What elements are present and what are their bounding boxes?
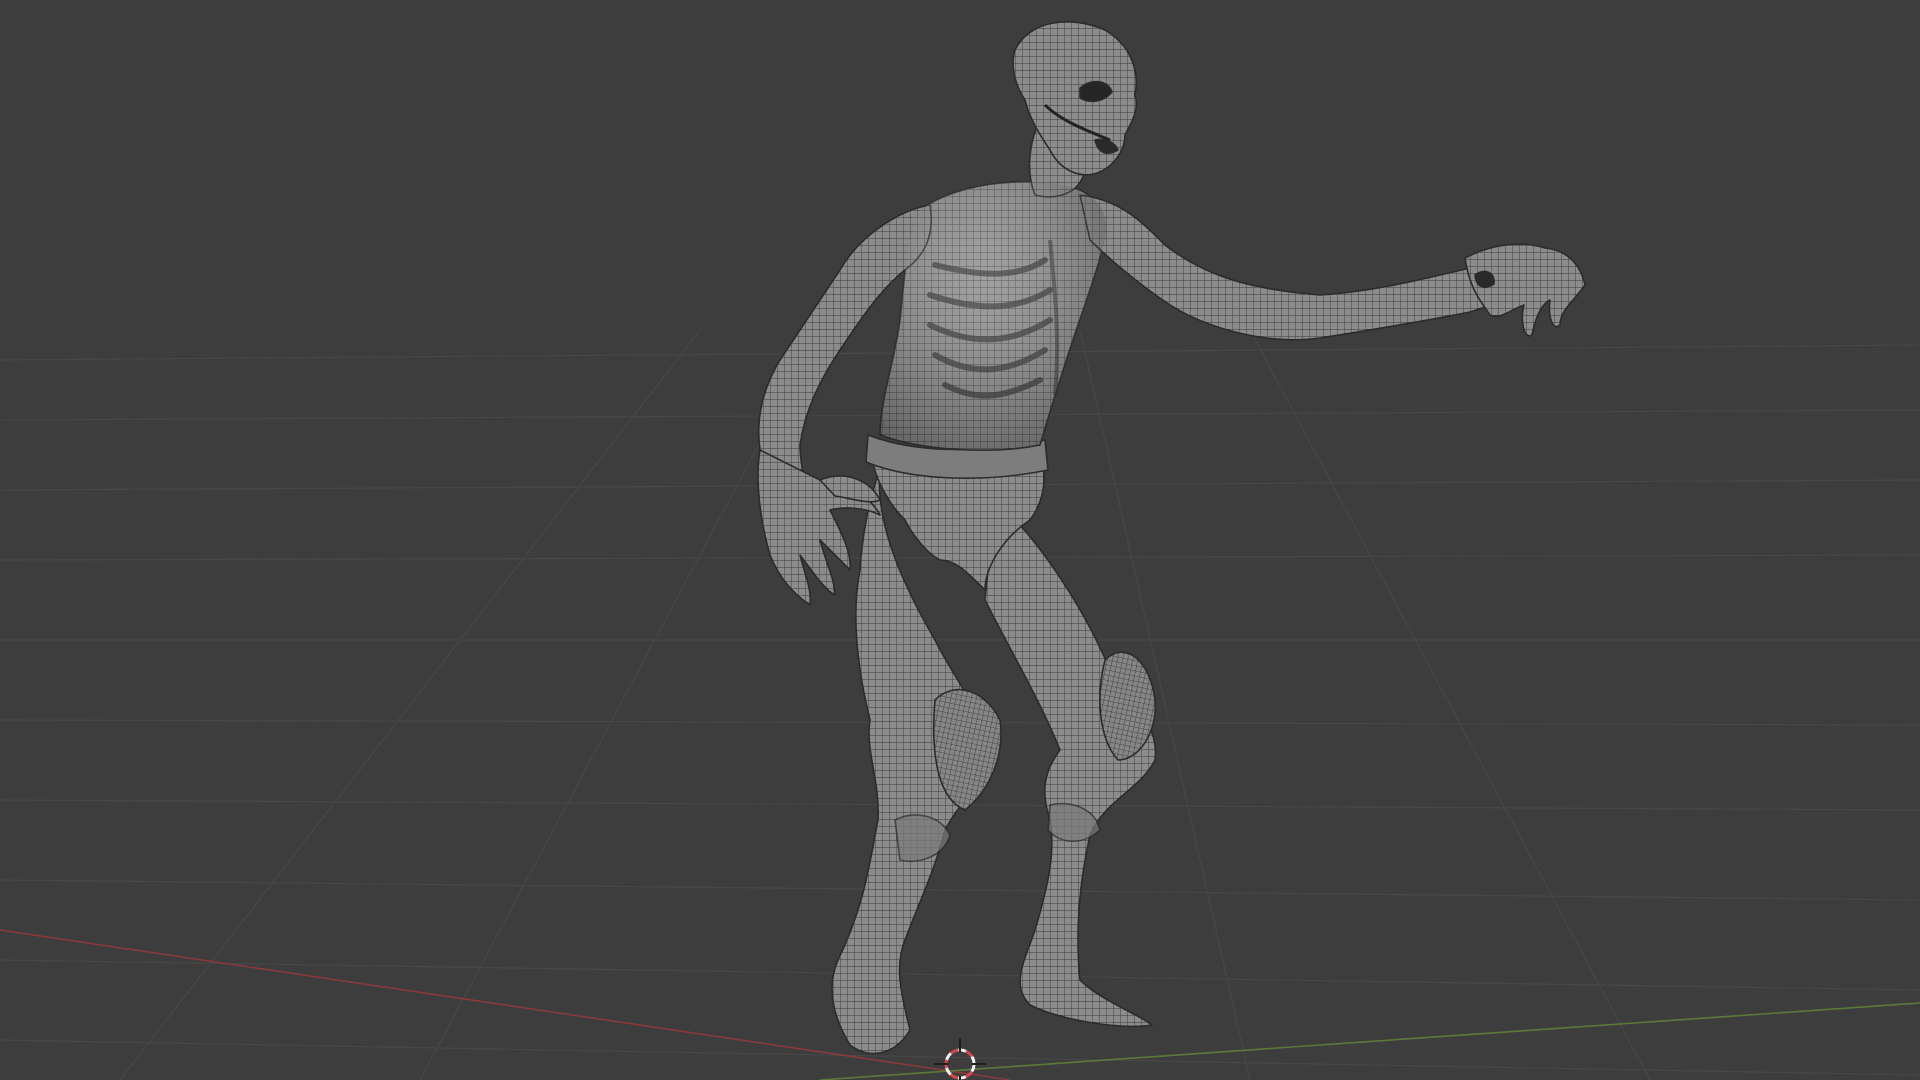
y-axis-line xyxy=(819,1002,1920,1080)
viewport-canvas[interactable] xyxy=(0,0,1920,1080)
humanoid-undead-mesh[interactable] xyxy=(757,21,1586,1055)
3d-cursor-icon[interactable] xyxy=(934,1038,986,1080)
3d-viewport[interactable] xyxy=(0,0,1920,1080)
right-hand[interactable] xyxy=(1464,243,1586,337)
right-arm[interactable] xyxy=(1079,194,1531,341)
hand-wound xyxy=(1474,270,1495,289)
right-leg[interactable] xyxy=(984,499,1157,1028)
